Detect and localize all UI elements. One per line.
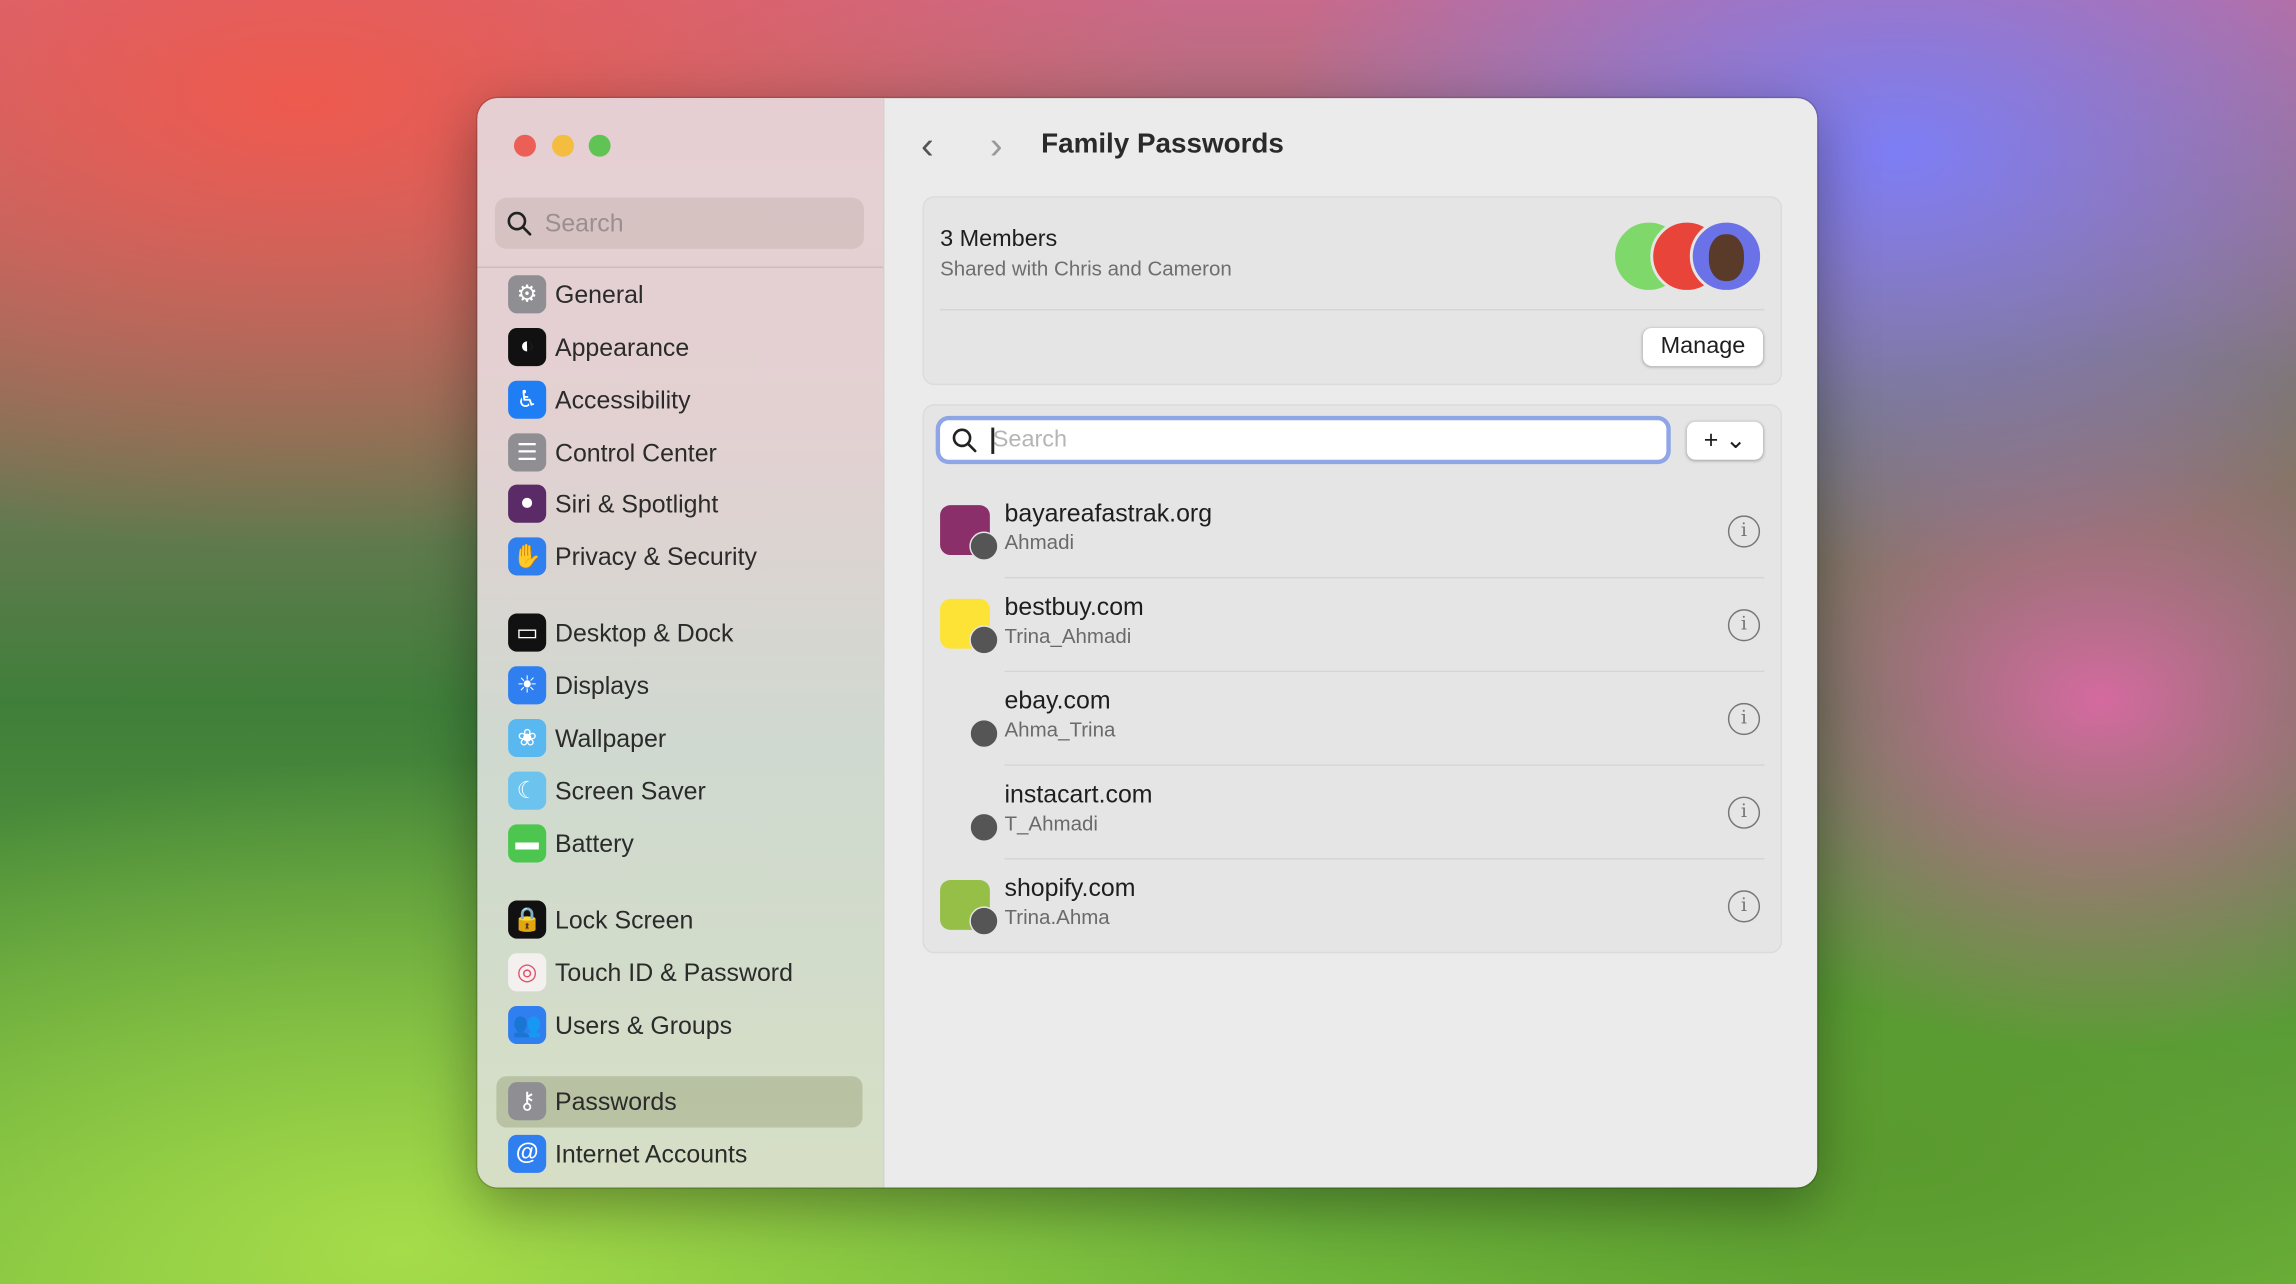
key-icon: ⚷ xyxy=(508,1082,547,1121)
info-icon[interactable]: i xyxy=(1727,609,1761,642)
sidebar-item-label: Accessibility xyxy=(554,386,691,415)
password-row[interactable]: instacart.com T_Ahmadi i xyxy=(924,766,1781,860)
shared-group-icon xyxy=(969,718,999,749)
password-search-input[interactable]: Search xyxy=(940,420,1667,460)
sidebar-item-label: Battery xyxy=(554,830,634,859)
sidebar-item-label: Siri & Spotlight xyxy=(554,490,719,519)
hand-icon: ✋ xyxy=(508,537,547,576)
fingerprint-icon: ◎ xyxy=(508,953,547,992)
sidebar-item-label: Screen Saver xyxy=(554,777,706,806)
page-title: Family Passwords xyxy=(1041,128,1284,160)
divider xyxy=(940,308,1765,311)
username: T_Ahmadi xyxy=(1004,811,1098,835)
shared-group-icon xyxy=(969,625,999,655)
sidebar-item-label: Touch ID & Password xyxy=(554,959,793,987)
lock-icon: 🔒 xyxy=(508,900,547,939)
search-placeholder: Search xyxy=(992,427,1068,453)
search-placeholder: Search xyxy=(544,209,624,238)
sidebar-item-desktop-dock[interactable]: ▭ Desktop & Dock xyxy=(496,608,862,659)
site-name: bestbuy.com xyxy=(1004,593,1144,621)
sidebar-item-screen-saver[interactable]: ☾ Screen Saver xyxy=(496,766,862,817)
accessibility-icon: ♿ xyxy=(508,380,547,419)
site-name: ebay.com xyxy=(1004,686,1111,715)
sidebar-item-lock-screen[interactable]: 🔒 Lock Screen xyxy=(496,895,862,946)
site-name: bayareafastrak.org xyxy=(1004,499,1213,528)
info-icon[interactable]: i xyxy=(1727,515,1761,548)
username: Ahma_Trina xyxy=(1004,717,1116,741)
shared-group-icon xyxy=(969,531,999,561)
password-row[interactable]: shopify.com Trina.Ahma i xyxy=(924,860,1781,954)
members-count: 3 Members xyxy=(940,226,1058,252)
zoom-button[interactable] xyxy=(588,134,611,157)
sidebar-item-label: Wallpaper xyxy=(554,724,667,753)
shared-group-icon xyxy=(969,812,999,842)
shared-group-icon xyxy=(969,906,999,936)
sidebar-item-touch-id-password[interactable]: ◎ Touch ID & Password xyxy=(496,947,862,998)
username: Ahmadi xyxy=(1004,530,1075,554)
sidebar-item-label: Passwords xyxy=(554,1087,677,1116)
sidebar-item-accessibility[interactable]: ♿ Accessibility xyxy=(496,375,862,426)
sidebar-item-appearance[interactable]: ◐ Appearance xyxy=(496,322,862,373)
sidebar-item-wallpaper[interactable]: ❀ Wallpaper xyxy=(496,713,862,764)
siri-icon: ● xyxy=(508,484,547,523)
sidebar: Search ⚙ General ◐ Appearance ♿ Accessibility… xyxy=(477,98,885,1188)
sidebar-item-displays[interactable]: ☀ Displays xyxy=(496,660,862,711)
avatar[interactable] xyxy=(1689,219,1764,293)
site-name: shopify.com xyxy=(1004,874,1136,903)
username: Trina_Ahmadi xyxy=(1004,623,1132,648)
info-icon[interactable]: i xyxy=(1727,796,1761,829)
password-row[interactable]: bayareafastrak.org Ahmadi i xyxy=(924,485,1781,579)
search-icon xyxy=(952,428,977,453)
flower-icon: ❀ xyxy=(508,718,547,758)
main-pane: ‹ › Family Passwords 3 Members Shared wi… xyxy=(883,98,1817,1187)
sidebar-item-internet-accounts[interactable]: @ Internet Accounts xyxy=(496,1129,862,1180)
sidebar-item-label: General xyxy=(554,281,644,309)
sidebar-item-label: Appearance xyxy=(554,333,690,362)
username: Trina.Ahma xyxy=(1004,904,1110,929)
gear-icon: ⚙ xyxy=(508,275,547,314)
password-row[interactable]: bestbuy.com Trina_Ahmadi i xyxy=(924,578,1781,673)
sidebar-item-label: Displays xyxy=(554,672,650,700)
dock-icon: ▭ xyxy=(508,613,547,652)
add-password-menu-button[interactable]: + ⌄ xyxy=(1686,421,1764,460)
info-icon[interactable]: i xyxy=(1727,702,1761,736)
sidebar-item-privacy-security[interactable]: ✋ Privacy & Security xyxy=(496,532,862,583)
sidebar-item-siri-spotlight[interactable]: ● Siri & Spotlight xyxy=(496,479,862,530)
manage-button[interactable]: Manage xyxy=(1642,328,1764,367)
sidebar-item-battery[interactable]: ▬ Battery xyxy=(496,819,862,870)
group-card: 3 Members Shared with Chris and Cameron … xyxy=(922,196,1783,386)
info-icon[interactable]: i xyxy=(1727,890,1761,923)
back-button[interactable]: ‹ xyxy=(921,126,934,164)
password-row[interactable]: ebay.com Ahma_Trina i xyxy=(924,672,1781,766)
search-icon xyxy=(507,211,532,236)
battery-icon: ▬ xyxy=(508,824,547,863)
at-icon: @ xyxy=(508,1134,547,1173)
text-cursor xyxy=(991,427,994,454)
divider xyxy=(477,266,883,268)
shared-with: Shared with Chris and Cameron xyxy=(940,256,1232,280)
system-settings-window: Search ⚙ General ◐ Appearance ♿ Accessibility… xyxy=(477,98,1818,1188)
sidebar-item-users-groups[interactable]: 👥 Users & Groups xyxy=(496,1000,862,1051)
sun-icon: ☀ xyxy=(508,666,547,705)
sidebar-item-label: Desktop & Dock xyxy=(554,619,734,648)
close-button[interactable] xyxy=(513,134,536,157)
sidebar-item-label: Users & Groups xyxy=(554,1011,733,1040)
appearance-icon: ◐ xyxy=(508,328,547,367)
sidebar-item-control-center[interactable]: ☰ Control Center xyxy=(496,428,862,479)
sidebar-item-label: Privacy & Security xyxy=(554,543,757,572)
sidebar-item-general[interactable]: ⚙ General xyxy=(496,269,862,320)
sidebar-search-input[interactable]: Search xyxy=(494,197,864,249)
screen-saver-icon: ☾ xyxy=(508,771,547,810)
sidebar-item-label: Lock Screen xyxy=(554,906,694,935)
minimize-button[interactable] xyxy=(552,134,575,157)
forward-button[interactable]: › xyxy=(990,126,1003,164)
users-icon: 👥 xyxy=(508,1005,547,1045)
control-center-icon: ☰ xyxy=(508,433,547,472)
sidebar-item-label: Control Center xyxy=(554,439,717,468)
sidebar-item-label: Internet Accounts xyxy=(554,1140,748,1169)
site-name: instacart.com xyxy=(1004,780,1153,809)
sidebar-item-passwords[interactable]: ⚷ Passwords xyxy=(496,1076,863,1128)
passwords-card: Search + ⌄ bayareafastrak.org Ahmadi i best… xyxy=(922,404,1783,954)
